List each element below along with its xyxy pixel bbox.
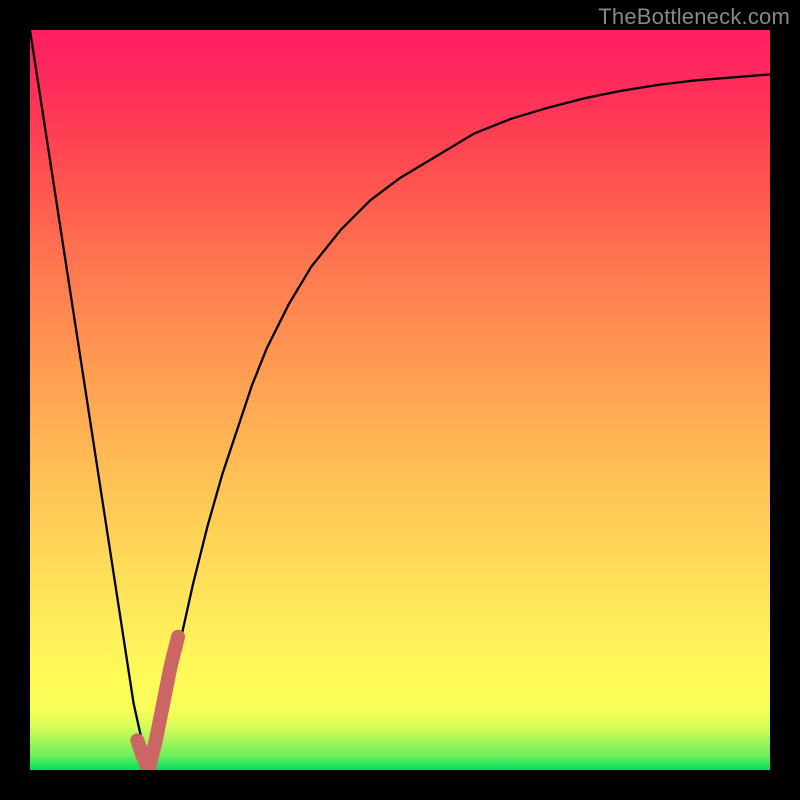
- plot-area: [30, 30, 770, 770]
- watermark-text: TheBottleneck.com: [598, 4, 790, 30]
- chart-frame: TheBottleneck.com: [0, 0, 800, 800]
- plot-svg: [30, 30, 770, 770]
- bottleneck-curve: [30, 30, 770, 770]
- highlight-marker: [137, 637, 178, 770]
